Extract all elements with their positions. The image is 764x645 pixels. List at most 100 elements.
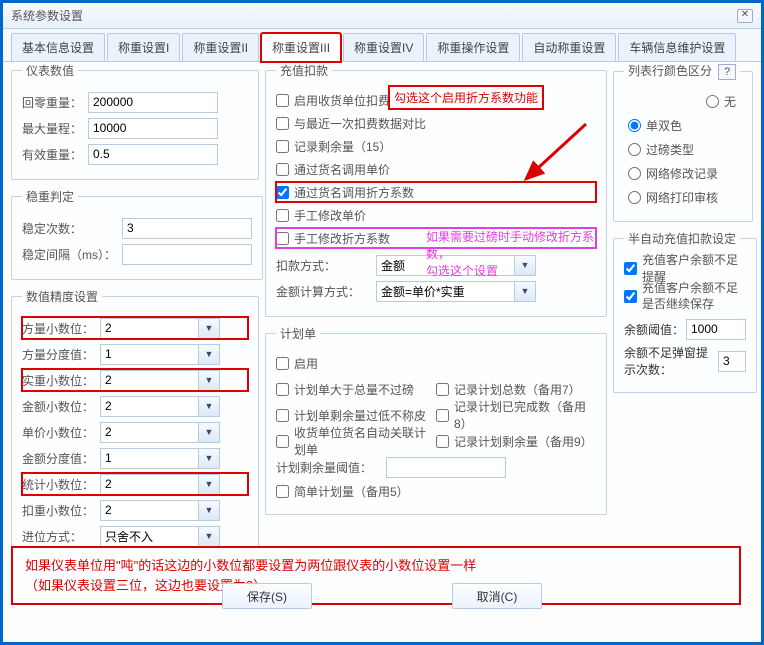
dialog-window: 系统参数设置 ✕ 基本信息设置称重设置I称重设置II称重设置III称重设置IV称… (0, 0, 764, 645)
text-input[interactable] (88, 144, 218, 165)
tab-strip: 基本信息设置称重设置I称重设置II称重设置III称重设置IV称重操作设置自动称重… (3, 29, 761, 62)
label: 扣款方式： (276, 257, 376, 274)
combo[interactable]: ▼ (376, 281, 536, 302)
chevron-down-icon[interactable]: ▼ (198, 526, 220, 547)
combo-input[interactable] (100, 448, 198, 469)
plan-check[interactable]: 计划单剩余量过低不称皮 (276, 405, 436, 425)
stable-legend: 稳重判定 (22, 188, 78, 205)
text-input[interactable] (122, 244, 252, 265)
plan-check[interactable]: 记录计划剩余量（备用9） (436, 431, 596, 451)
plan-threshold-input[interactable] (386, 457, 506, 478)
charge-check[interactable]: 通过货名调用单价 (276, 159, 596, 179)
label: 稳定间隔（ms）： (22, 246, 122, 263)
label: 进位方式： (22, 528, 100, 545)
plan-simple-check[interactable]: 简单计划量（备用5） (276, 481, 596, 501)
combo-input[interactable] (100, 318, 198, 339)
tab-3[interactable]: 称重设置III (261, 33, 341, 62)
combo[interactable]: ▼ (100, 396, 220, 417)
chevron-down-icon[interactable]: ▼ (514, 281, 536, 302)
chevron-down-icon[interactable]: ▼ (198, 396, 220, 417)
combo-input[interactable] (100, 474, 198, 495)
charge-check[interactable]: 手工修改单价 (276, 205, 596, 225)
sa-check1[interactable]: 充值客户余额不足提醒 (624, 258, 746, 278)
plan-check[interactable]: 记录计划总数（备用7） (436, 379, 596, 399)
annotation-pink: 如果需要过磅时手动修改折方系数，勾选这个设置 (426, 229, 606, 279)
plan-group: 计划单 启用 计划单大于总量不过磅记录计划总数（备用7）计划单剩余量过低不称皮记… (265, 325, 607, 515)
annotation-red-1: 勾选这个启用折方系数功能 (390, 87, 542, 108)
combo-input[interactable] (100, 500, 198, 521)
sa-pop-input[interactable] (718, 351, 746, 372)
combo-input[interactable] (100, 396, 198, 417)
color-radio[interactable]: 单双色 (628, 115, 742, 135)
tab-6[interactable]: 自动称重设置 (522, 33, 616, 61)
combo[interactable]: ▼ (100, 526, 220, 547)
label: 方量小数位： (22, 320, 100, 337)
combo-input[interactable] (100, 370, 198, 391)
charge-check[interactable]: 记录剩余量（15） (276, 136, 596, 156)
text-input[interactable] (88, 118, 218, 139)
content-area: 仪表数值 回零重量：最大量程：有效重量： 稳重判定 稳定次数： 稳定间隔（ms）：… (3, 62, 761, 617)
combo-input[interactable] (100, 422, 198, 443)
combo[interactable]: ▼ (100, 422, 220, 443)
color-radio[interactable]: 网络修改记录 (628, 163, 742, 183)
combo[interactable]: ▼ (100, 318, 220, 339)
plan-check[interactable]: 计划单大于总量不过磅 (276, 379, 436, 399)
plan-enable-check[interactable]: 启用 (276, 353, 596, 373)
precision-group: 数值精度设置 方量小数位：▼方量分度值：▼实重小数位：▼金额小数位：▼单价小数位… (11, 288, 259, 562)
tab-1[interactable]: 称重设置I (107, 33, 180, 61)
chevron-down-icon[interactable]: ▼ (198, 474, 220, 495)
label: 金额小数位： (22, 398, 100, 415)
close-icon[interactable]: ✕ (737, 9, 753, 23)
save-button[interactable]: 保存(S) (222, 583, 312, 609)
sa-bal-input[interactable] (686, 319, 746, 340)
sa-bal-label: 余额阈值： (624, 321, 686, 338)
label: 稳定次数： (22, 220, 122, 237)
chevron-down-icon[interactable]: ▼ (198, 422, 220, 443)
combo-input[interactable] (100, 526, 198, 547)
color-legend: 列表行颜色区分? (624, 62, 740, 80)
tab-0[interactable]: 基本信息设置 (11, 33, 105, 61)
plan-check[interactable]: 记录计划已完成数（备用8） (436, 405, 596, 425)
text-input[interactable] (122, 218, 252, 239)
color-radio[interactable]: 网络打印审核 (628, 187, 742, 207)
charge-check[interactable]: 与最近一次扣费数据对比 (276, 113, 596, 133)
label: 最大量程： (22, 120, 88, 137)
help-icon[interactable]: ? (718, 64, 736, 80)
label: 扣重小数位： (22, 502, 100, 519)
combo[interactable]: ▼ (100, 448, 220, 469)
color-none-radio[interactable]: 无 (624, 91, 742, 111)
combo[interactable]: ▼ (100, 370, 220, 391)
combo[interactable]: ▼ (100, 500, 220, 521)
chevron-down-icon[interactable]: ▼ (198, 448, 220, 469)
chevron-down-icon[interactable]: ▼ (198, 500, 220, 521)
charge-group: 充值扣款 启用收货单位扣费与最近一次扣费数据对比记录剩余量（15）通过货名调用单… (265, 62, 607, 317)
combo[interactable]: ▼ (100, 474, 220, 495)
window-title: 系统参数设置 (11, 7, 83, 24)
label: 统计小数位： (22, 476, 100, 493)
tab-5[interactable]: 称重操作设置 (426, 33, 520, 61)
charge-legend: 充值扣款 (276, 62, 332, 79)
label: 单价小数位： (22, 424, 100, 441)
plan-legend: 计划单 (276, 325, 320, 342)
combo[interactable]: ▼ (100, 344, 220, 365)
meter-group: 仪表数值 回零重量：最大量程：有效重量： (11, 62, 259, 180)
chevron-down-icon[interactable]: ▼ (198, 318, 220, 339)
chevron-down-icon[interactable]: ▼ (198, 370, 220, 391)
meter-legend: 仪表数值 (22, 62, 78, 79)
precision-legend: 数值精度设置 (22, 288, 102, 305)
chevron-down-icon[interactable]: ▼ (198, 344, 220, 365)
label: 金额计算方式： (276, 283, 376, 300)
tab-2[interactable]: 称重设置II (182, 33, 259, 61)
sa-check2[interactable]: 充值客户余额不足是否继续保存 (624, 281, 746, 312)
tab-7[interactable]: 车辆信息维护设置 (618, 33, 736, 61)
cancel-button[interactable]: 取消(C) (452, 583, 542, 609)
plan-check[interactable]: 收货单位货名自动关联计划单 (276, 431, 436, 451)
charge-check[interactable]: 通过货名调用折方系数 (276, 182, 596, 202)
text-input[interactable] (88, 92, 218, 113)
combo-input[interactable] (100, 344, 198, 365)
combo-input[interactable] (376, 281, 514, 302)
semiauto-group: 半自动充值扣款设定 充值客户余额不足提醒 充值客户余额不足是否继续保存 余额阈值… (613, 230, 757, 393)
color-radio[interactable]: 过磅类型 (628, 139, 742, 159)
sa-pop-label: 余额不足弹窗提示次数： (624, 344, 718, 378)
tab-4[interactable]: 称重设置IV (343, 33, 424, 61)
